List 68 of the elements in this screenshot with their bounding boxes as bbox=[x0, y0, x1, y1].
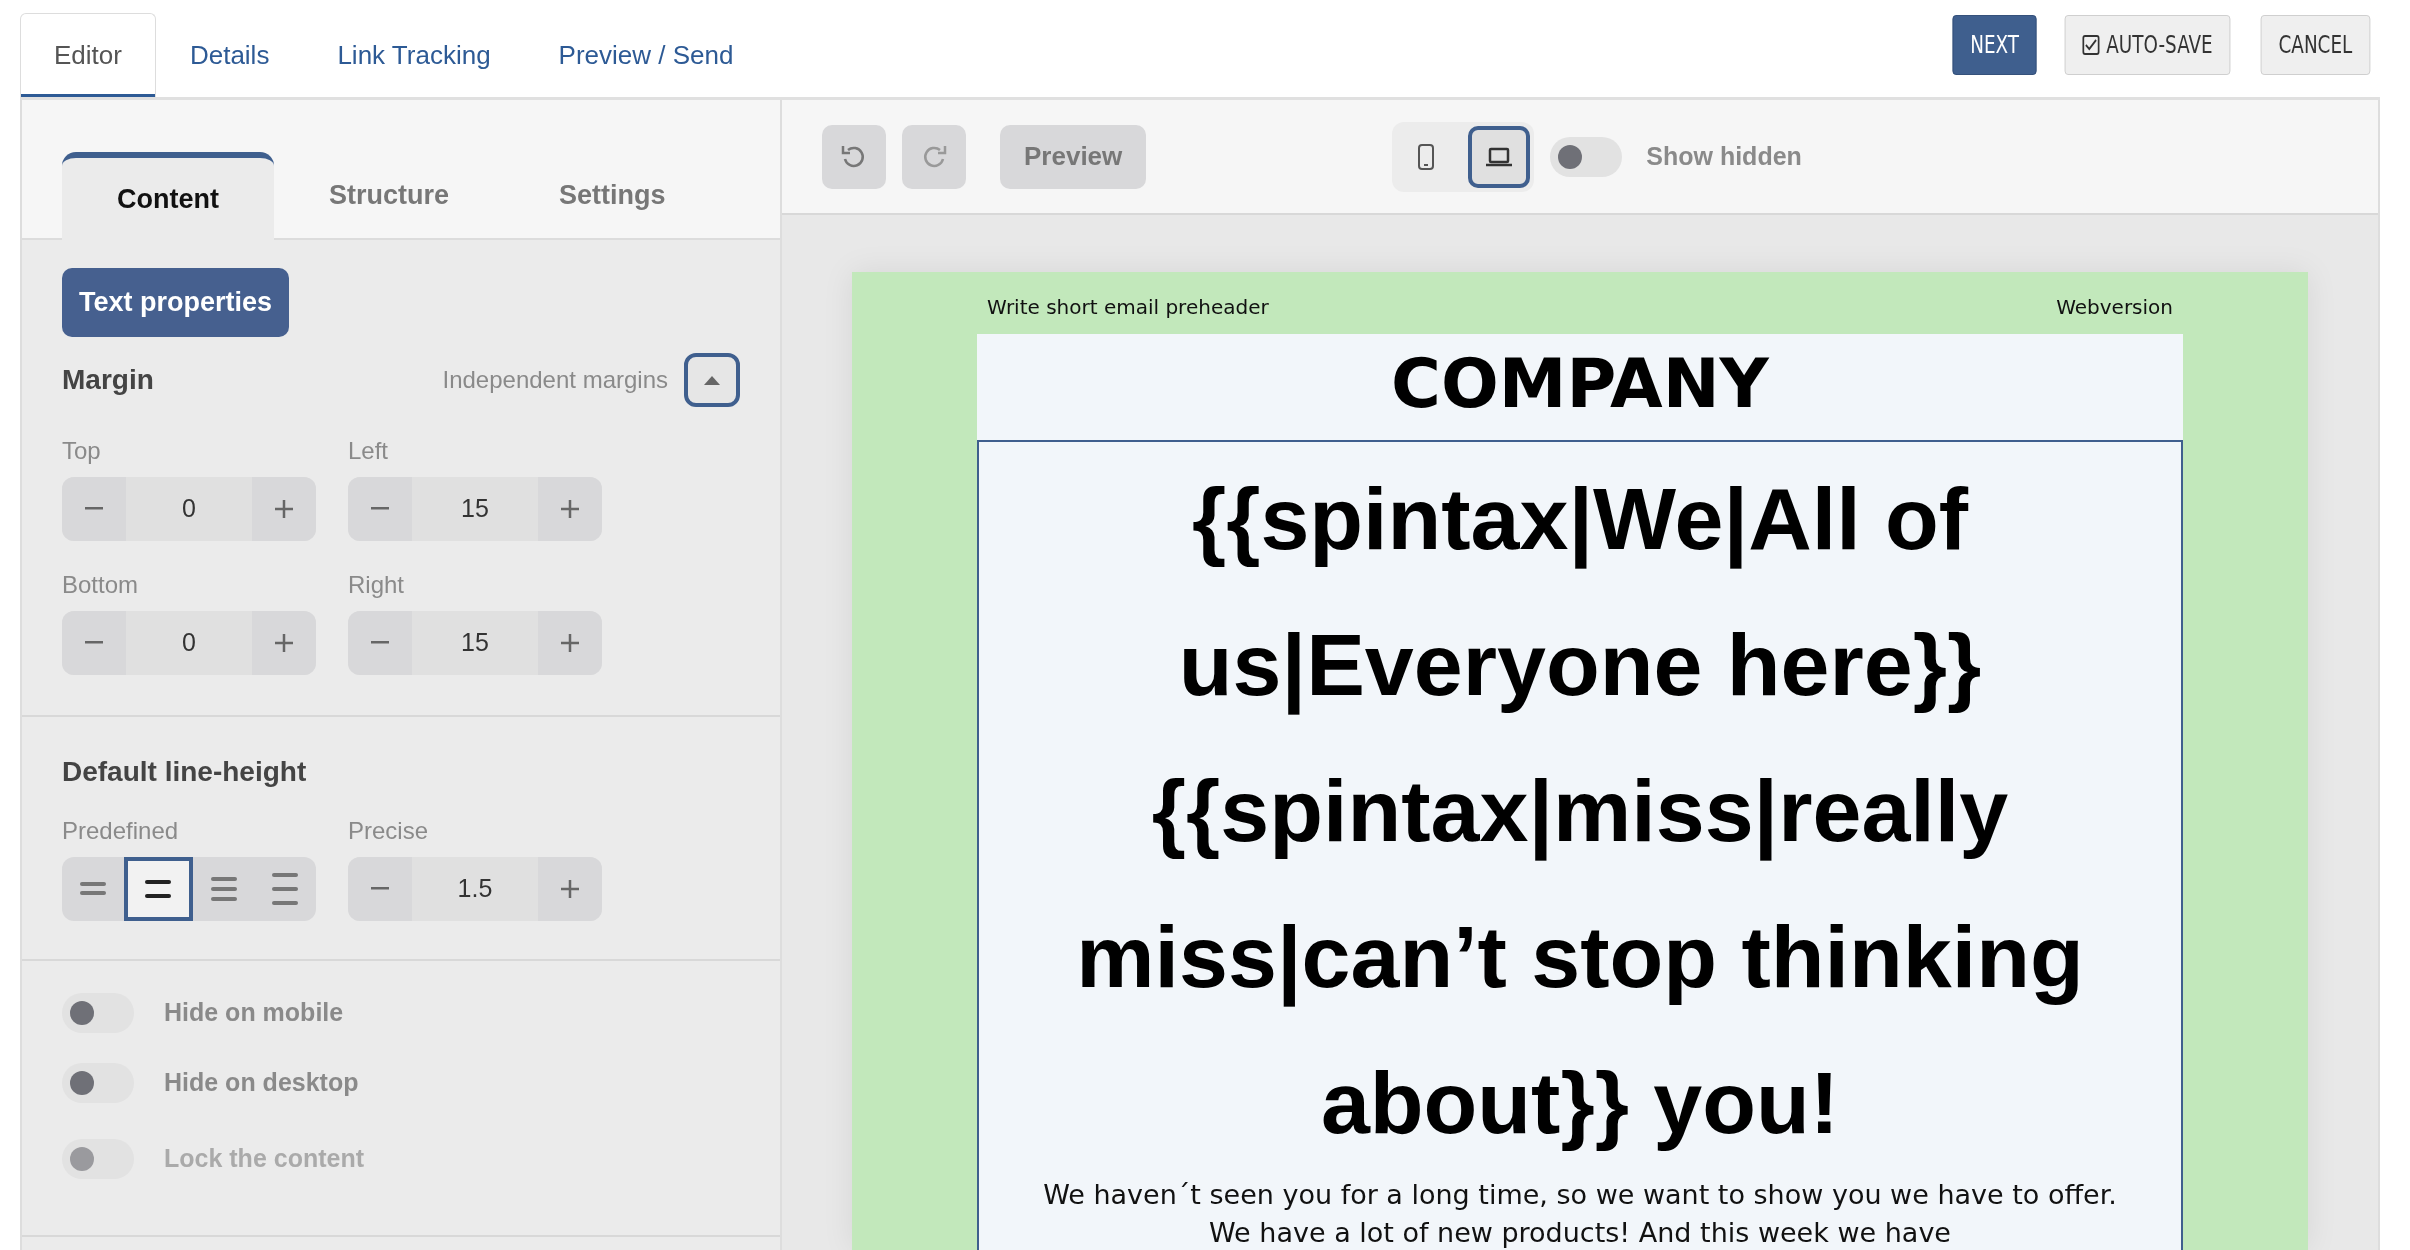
number-stepper[interactable]: 0 bbox=[62, 476, 316, 541]
panel-tab[interactable]: Structure bbox=[274, 152, 504, 238]
toggle-switch[interactable] bbox=[1550, 136, 1623, 177]
section-title: Default line-height bbox=[62, 754, 308, 789]
company-heading: COMPANY bbox=[977, 334, 2183, 441]
toggle-switch[interactable] bbox=[62, 1062, 134, 1103]
body-text: We have a lot of new products! And this week we have bbox=[1208, 1216, 1952, 1250]
toggle-label: Lock the content bbox=[164, 1142, 364, 1174]
desktop-view-button[interactable] bbox=[1468, 125, 1531, 188]
precise-label: Precise bbox=[348, 815, 430, 846]
plus-button[interactable] bbox=[538, 856, 602, 921]
headline: {{spintax|We|All of us|Everyone here}} {{spintax|miss|really miss|can’t stop thinking about}} you! bbox=[1075, 468, 2085, 1155]
redo-button[interactable] bbox=[902, 124, 966, 189]
line-height-option[interactable] bbox=[123, 856, 193, 921]
plus-icon bbox=[274, 498, 294, 519]
plus-button[interactable] bbox=[252, 610, 316, 675]
cancel-button[interactable]: CANCEL bbox=[2260, 15, 2371, 75]
check-icon bbox=[2085, 39, 2098, 51]
number-stepper[interactable]: 0 bbox=[62, 610, 316, 675]
section-title: Margin bbox=[62, 362, 154, 397]
plus-icon bbox=[560, 498, 580, 519]
webversion-link[interactable]: Webversion bbox=[2056, 292, 2173, 322]
number-value: 0 bbox=[181, 626, 197, 658]
line-spacing-icon bbox=[210, 874, 237, 903]
panel-tab[interactable]: Settings bbox=[504, 152, 721, 238]
auto-save-button[interactable]: AUTO-SAVE bbox=[2064, 15, 2231, 75]
number-value: 0 bbox=[181, 492, 197, 524]
plus-icon bbox=[560, 878, 580, 899]
line-spacing-icon bbox=[79, 880, 106, 897]
toggle-switch[interactable] bbox=[62, 992, 134, 1033]
number-stepper[interactable]: 15 bbox=[348, 610, 602, 675]
plus-button[interactable] bbox=[538, 610, 602, 675]
field-label: Right bbox=[348, 569, 406, 600]
toggle-label: Hide on desktop bbox=[164, 1066, 359, 1098]
minus-icon bbox=[84, 507, 104, 510]
toggle-label: Hide on mobile bbox=[164, 996, 344, 1028]
line-spacing-icon bbox=[272, 870, 299, 907]
panel-tab[interactable]: Content bbox=[62, 152, 274, 240]
number-value: 1.5 bbox=[456, 872, 494, 904]
line-spacing-icon bbox=[145, 877, 172, 900]
nav-tab[interactable]: Link Tracking bbox=[303, 13, 525, 97]
independent-margins-label: Independent margins bbox=[442, 364, 668, 395]
minus-icon bbox=[370, 887, 390, 890]
body-text: We haven´t seen you for a long time, so we want to show you we have to offer. bbox=[1042, 1178, 2118, 1213]
minus-icon bbox=[370, 641, 390, 644]
collapse-button[interactable] bbox=[684, 352, 740, 407]
minus-icon bbox=[84, 641, 104, 644]
number-stepper[interactable]: 1.5 bbox=[348, 856, 602, 921]
plus-icon bbox=[274, 632, 294, 653]
field-label: Top bbox=[62, 435, 102, 466]
number-value: 15 bbox=[460, 626, 490, 658]
field-label: Bottom bbox=[62, 569, 140, 600]
nav-tab[interactable]: Editor bbox=[20, 13, 156, 97]
plus-icon bbox=[560, 632, 580, 653]
plus-button[interactable] bbox=[538, 476, 602, 541]
preheader-text: Write short email preheader bbox=[987, 294, 1269, 321]
nav-tab[interactable]: Details bbox=[155, 13, 304, 97]
minus-icon bbox=[370, 507, 390, 510]
predefined-label: Predefined bbox=[62, 815, 180, 846]
undo-button[interactable] bbox=[822, 124, 886, 189]
text-properties-button[interactable]: Text properties bbox=[62, 268, 290, 337]
plus-button[interactable] bbox=[252, 476, 316, 541]
nav-tab[interactable]: Preview / Send bbox=[524, 13, 768, 97]
number-stepper[interactable]: 15 bbox=[348, 476, 602, 541]
field-label: Left bbox=[348, 435, 390, 466]
number-value: 15 bbox=[460, 492, 490, 524]
next-button[interactable]: NEXT bbox=[1952, 15, 2037, 75]
toggle-label: Show hidden bbox=[1646, 140, 1802, 172]
